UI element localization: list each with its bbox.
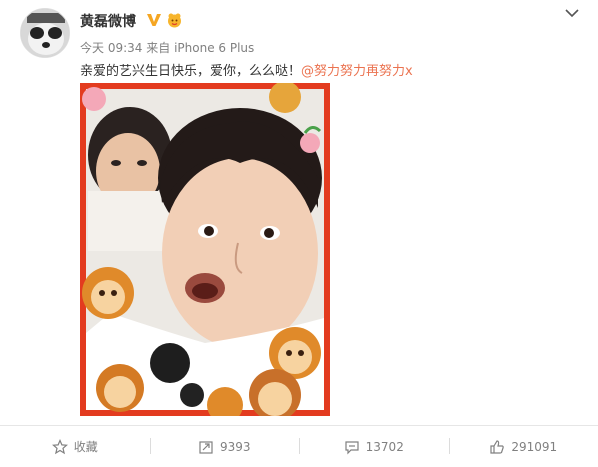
comment-count: 13702: [365, 439, 404, 454]
thumbs-up-icon: [489, 439, 505, 455]
repost-icon: [198, 439, 214, 455]
post-image[interactable]: [80, 83, 330, 416]
repost-button[interactable]: 9393: [149, 426, 300, 467]
favorite-button[interactable]: 收藏: [0, 426, 150, 467]
like-count: 291091: [511, 439, 558, 454]
weibo-post-card: 黄磊微博 今天 09:34 来自 iPhone 6 Plus 亲爱的艺兴生日快乐…: [0, 0, 598, 467]
favorite-label: 收藏: [73, 440, 98, 454]
author-name[interactable]: 黄磊微博: [80, 11, 136, 31]
post-time[interactable]: 今天 09:34: [80, 41, 142, 55]
post-body: 亲爱的艺兴生日快乐，爱你，么么哒！: [80, 64, 302, 79]
like-button[interactable]: 291091: [448, 426, 598, 467]
mention-link[interactable]: @努力努力再努力x: [301, 64, 413, 79]
source-prefix: 来自: [146, 41, 171, 55]
repost-count: 9393: [219, 439, 251, 454]
action-bar: 收藏 9393 13702 291091: [0, 426, 598, 467]
comment-icon: [344, 439, 360, 455]
post-text: 亲爱的艺兴生日快乐，爱你，么么哒！@努力努力再努力x: [80, 60, 413, 79]
star-icon: [51, 438, 68, 455]
chevron-down-icon[interactable]: [564, 6, 580, 20]
post-source[interactable]: iPhone 6 Plus: [174, 41, 254, 55]
comment-button[interactable]: 13702: [299, 426, 449, 467]
verified-v-icon: [147, 14, 161, 26]
post-meta: 今天 09:34 来自 iPhone 6 Plus: [80, 39, 254, 56]
vip-member-icon[interactable]: [166, 12, 183, 28]
avatar[interactable]: [20, 8, 70, 58]
